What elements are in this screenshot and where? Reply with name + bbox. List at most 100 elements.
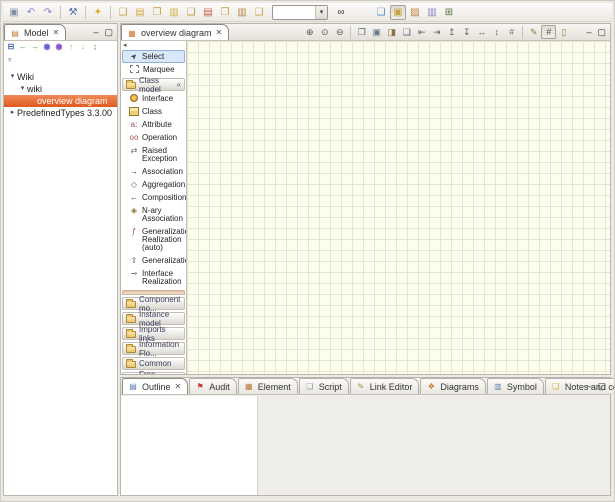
back-icon[interactable]: ←: [17, 42, 29, 55]
create-element-icon-7[interactable]: ❐: [217, 5, 233, 20]
tab-element[interactable]: ▦Element: [238, 378, 298, 394]
tree-item-predefinedtypes-3-3-00[interactable]: ▸PredefinedTypes 3.3.00: [4, 107, 117, 119]
maximize-icon[interactable]: ▢: [597, 27, 606, 38]
move-up-icon[interactable]: ↑: [65, 42, 77, 55]
create-element-icon-4[interactable]: ▥: [166, 5, 182, 20]
show-frame-icon[interactable]: ❑: [399, 25, 414, 39]
palette-item-interface[interactable]: Interface: [122, 92, 185, 105]
diagram-canvas[interactable]: [187, 41, 610, 374]
save-image-icon[interactable]: ▣: [369, 25, 384, 39]
tab-overview-diagram[interactable]: ▦ overview diagram ✕: [121, 24, 229, 40]
pencil-mode-icon[interactable]: ✎: [526, 25, 541, 39]
align-left-icon[interactable]: ⇤: [414, 25, 429, 39]
close-icon[interactable]: ✕: [175, 382, 182, 391]
palette-item-generalizatio-realization-auto[interactable]: ƒGeneralizatio... Realization (auto): [122, 225, 185, 254]
same-height-icon[interactable]: ↕: [489, 25, 504, 39]
same-width-icon[interactable]: ↔: [474, 25, 489, 39]
snap-to-grid-icon[interactable]: #: [541, 25, 556, 39]
create-element-icon-9[interactable]: ❏: [251, 5, 267, 20]
forward-icon[interactable]: →: [29, 42, 41, 55]
align-bottom-icon[interactable]: ↧: [459, 25, 474, 39]
tab-diagrams[interactable]: ❖Diagrams: [420, 378, 486, 394]
create-element-icon-5[interactable]: ❏: [183, 5, 199, 20]
context-combo-input[interactable]: [273, 7, 315, 17]
tree-item-overview-diagram[interactable]: overview diagram: [4, 95, 117, 107]
palette-item-aggregation[interactable]: ◇Aggregation: [122, 178, 185, 191]
open-folder-icon[interactable]: ❏: [373, 5, 389, 20]
close-icon[interactable]: ✕: [53, 28, 60, 37]
align-right-icon[interactable]: ⇥: [429, 25, 444, 39]
guides-icon[interactable]: ▯: [556, 25, 571, 39]
collapse-palette-icon[interactable]: ◂: [122, 42, 185, 50]
collapse-section-icon[interactable]: «: [177, 81, 181, 89]
perspective-4-icon[interactable]: ⊞: [441, 5, 457, 20]
tab-symbol[interactable]: ▥Symbol: [487, 378, 544, 394]
palette-item-raised-exception[interactable]: ⇄Raised Exception: [122, 144, 185, 165]
outline-content[interactable]: [121, 396, 258, 495]
palette-item-interface-realization[interactable]: ⊸Interface Realization: [122, 267, 185, 288]
palette-section-free-drawing[interactable]: Free drawing«: [122, 372, 185, 374]
context-combo[interactable]: ▾: [272, 5, 328, 20]
search-binoculars-icon[interactable]: ∞: [333, 5, 349, 20]
save-icon[interactable]: ▣: [6, 5, 22, 20]
move-down-icon[interactable]: ↓: [77, 42, 89, 55]
palette-section-imports-links[interactable]: Imports links: [122, 327, 185, 340]
palette-tool-select[interactable]: ➤Select: [122, 50, 185, 63]
palette-item-attribute[interactable]: a:Attribute: [122, 118, 185, 131]
expanded-arrow-icon[interactable]: ▾: [8, 71, 17, 83]
next-related-icon[interactable]: ◉: [53, 42, 65, 55]
close-icon[interactable]: ✕: [216, 28, 223, 37]
minimize-icon[interactable]: ‒: [586, 27, 591, 37]
palette-item-generalization[interactable]: ⇧Generalization: [122, 254, 185, 267]
tab-script[interactable]: ❏Script: [299, 378, 349, 394]
palette-item-operation[interactable]: ooOperation: [122, 131, 185, 144]
create-element-icon-2[interactable]: ▤: [132, 5, 148, 20]
create-element-icon-6[interactable]: ▤: [200, 5, 216, 20]
minimize-icon[interactable]: ‒: [93, 27, 98, 37]
sync-selection-icon[interactable]: ↨: [89, 42, 101, 55]
minimize-icon[interactable]: ‒: [586, 381, 591, 391]
expanded-arrow-icon[interactable]: ▾: [18, 83, 27, 95]
perspective-3-icon[interactable]: ▥: [424, 5, 440, 20]
tab-audit[interactable]: ⚑Audit: [189, 378, 237, 394]
prev-related-icon[interactable]: ◉: [41, 42, 53, 55]
perspective-2-icon[interactable]: ▨: [407, 5, 423, 20]
undo-icon[interactable]: ↶: [23, 5, 39, 20]
zoom-out-icon[interactable]: ⊖: [332, 25, 347, 39]
palette-section-common[interactable]: Common: [122, 357, 185, 370]
raised-exception-icon: ⇄: [128, 146, 140, 155]
create-element-icon-8[interactable]: ▥: [234, 5, 250, 20]
palette-item-class[interactable]: Class: [122, 105, 185, 118]
create-element-icon-3[interactable]: ❐: [149, 5, 165, 20]
combo-dropdown-icon[interactable]: ▾: [315, 6, 327, 19]
tree-item-wiki[interactable]: ▾Wiki: [4, 71, 117, 83]
redo-icon[interactable]: ↷: [40, 5, 56, 20]
collapse-all-icon[interactable]: ⊟: [5, 42, 17, 55]
zoom-in-icon[interactable]: ⊕: [302, 25, 317, 39]
palette-section-information-flo[interactable]: Information Flo...: [122, 342, 185, 355]
tab-link-editor[interactable]: ✎Link Editor: [350, 378, 420, 394]
tree-item-wiki[interactable]: ▾wiki: [4, 83, 117, 95]
maximize-icon[interactable]: ▢: [597, 381, 606, 392]
view-menu-icon[interactable]: ▿: [8, 57, 12, 64]
zoom-original-icon[interactable]: ⊙: [317, 25, 332, 39]
palette-section-component-mo[interactable]: Component mo...: [122, 297, 185, 310]
palette-item-n-ary-association[interactable]: ◈N-ary Association: [122, 204, 185, 225]
grid-visibility-icon[interactable]: #: [504, 25, 519, 39]
create-element-icon-1[interactable]: ❏: [115, 5, 131, 20]
collapsed-arrow-icon[interactable]: ▸: [8, 107, 17, 119]
tab-model[interactable]: ▤ Model ✕: [4, 24, 66, 40]
copy-image-icon[interactable]: ◨: [384, 25, 399, 39]
palette-item-composition[interactable]: ←Composition: [122, 191, 185, 204]
align-top-icon[interactable]: ↥: [444, 25, 459, 39]
maximize-icon[interactable]: ▢: [104, 27, 113, 38]
palette-section-instance-model[interactable]: Instance model: [122, 312, 185, 325]
palette-item-association[interactable]: →Association: [122, 165, 185, 178]
tab-outline[interactable]: ▤Outline✕: [122, 378, 188, 394]
lightbulb-icon[interactable]: ✦: [90, 5, 106, 20]
palette-tool-marquee[interactable]: Marquee: [122, 63, 185, 76]
configure-icon[interactable]: ⚒: [65, 5, 81, 20]
perspective-1-icon[interactable]: ▣: [390, 5, 406, 20]
palette-section-class-model[interactable]: Class model«: [122, 78, 185, 91]
print-icon[interactable]: ❐: [354, 25, 369, 39]
